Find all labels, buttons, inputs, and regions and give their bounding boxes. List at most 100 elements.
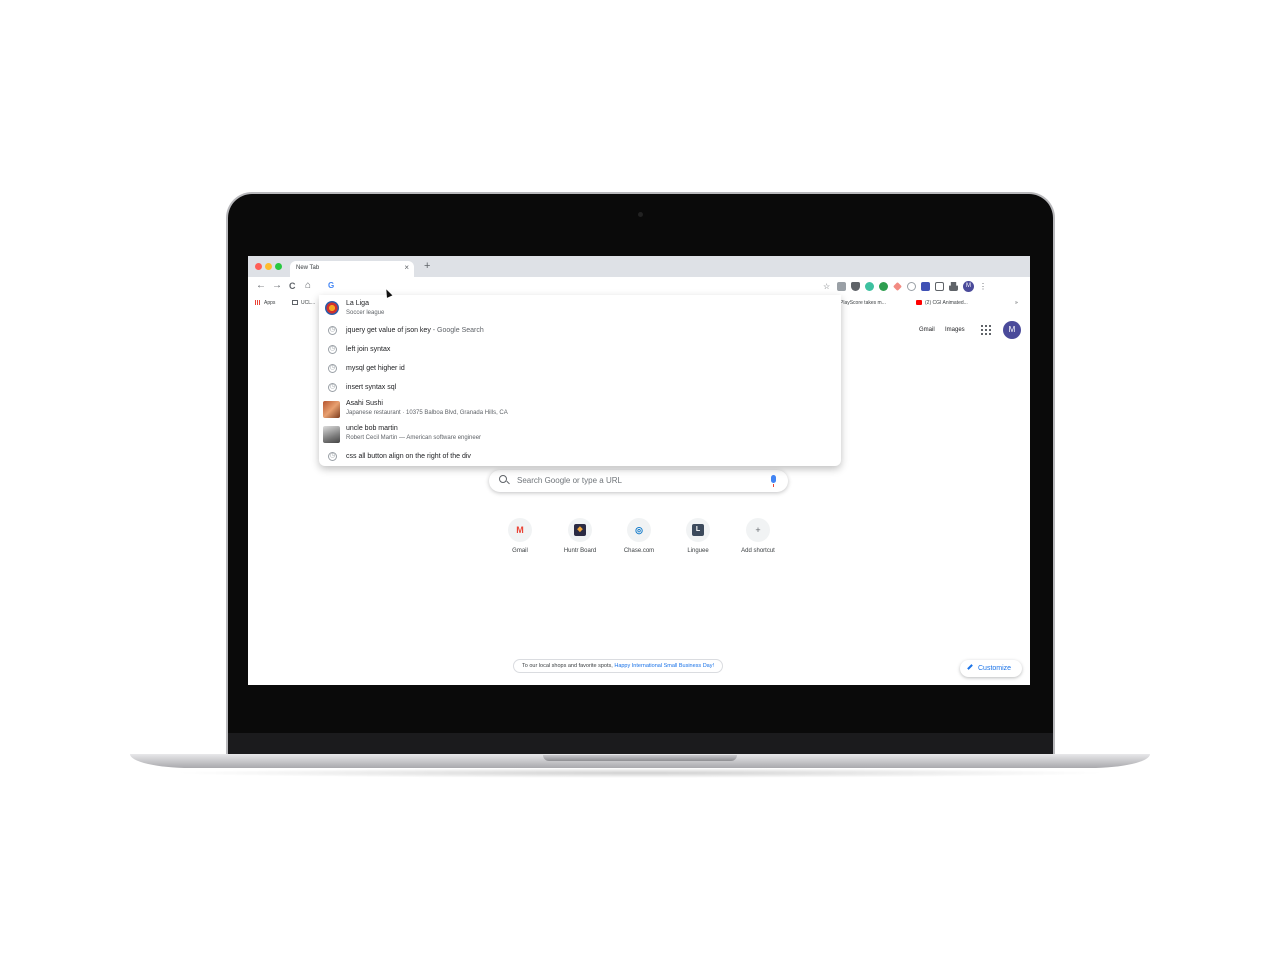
customize-button[interactable]: Customize	[960, 660, 1022, 677]
gmail-link[interactable]: Gmail	[919, 327, 935, 333]
menu-icon[interactable]: ⋮	[979, 282, 987, 291]
extensions-area: ☆ M ⋮	[823, 281, 987, 292]
shortcut-tile: M	[508, 518, 532, 542]
suggestion-text: insert syntax sql	[346, 384, 397, 391]
omnibox-dropdown: La Liga Soccer league ◷ jquery get value…	[319, 295, 841, 466]
camera-icon	[638, 212, 643, 217]
home-icon[interactable]: ⌂	[305, 280, 311, 292]
bookmark-label: Apps	[264, 300, 276, 306]
shortcut-label: Gmail	[512, 548, 528, 554]
suggestion-item[interactable]: ◷ jquery get value of json key - Google …	[319, 325, 841, 339]
suggestion-subtext: Soccer league	[346, 310, 385, 316]
bookmark-playscore[interactable]: PlayScore takes m...	[840, 300, 886, 306]
soccer-entity-icon	[325, 301, 339, 315]
history-icon: ◷	[328, 383, 337, 392]
bookmark-uc[interactable]: UCL...	[292, 300, 315, 306]
shortcut-label: Huntr Board	[563, 548, 597, 554]
shield-icon[interactable]	[851, 282, 860, 291]
linguee-icon: L	[692, 524, 704, 536]
shortcut-huntr-board[interactable]: ◆ Huntr Board	[550, 518, 610, 554]
plus-icon: +	[755, 525, 761, 535]
history-icon: ◷	[328, 452, 337, 461]
suggestion-text: css all button align on the right of the…	[346, 453, 471, 460]
tab-close-icon[interactable]: ×	[404, 263, 409, 272]
bookmarks-overflow-button[interactable]: »	[1015, 300, 1018, 306]
history-icon: ◷	[328, 345, 337, 354]
bookmark-label: PlayScore takes m...	[840, 300, 886, 306]
restaurant-thumbnail	[323, 401, 340, 418]
huntr-icon: ◆	[574, 524, 586, 536]
extension-1-icon[interactable]	[837, 282, 846, 291]
shortcut-add[interactable]: + Add shortcut	[728, 518, 788, 554]
profile-avatar[interactable]: M	[963, 281, 974, 292]
shortcut-gmail[interactable]: M Gmail	[490, 518, 550, 554]
folder-icon	[292, 300, 298, 305]
suggestion-item[interactable]: ◷ left join syntax	[319, 344, 841, 358]
browser-window: New Tab × + ← → C ⌂ G ☆ M ⋮ Apps UCL... …	[248, 256, 1030, 685]
account-avatar[interactable]: M	[1003, 321, 1021, 339]
suggestion-text: uncle bob martin	[346, 425, 398, 432]
chase-icon: ◎	[635, 525, 643, 535]
forward-icon[interactable]: →	[272, 280, 282, 292]
extension-z-icon[interactable]	[921, 282, 930, 291]
globe-icon[interactable]	[907, 282, 916, 291]
reload-icon[interactable]: C	[289, 280, 296, 292]
apps-icon	[255, 300, 261, 305]
suggestion-text: Asahi Sushi	[346, 400, 383, 407]
shortcut-linguee[interactable]: L Linguee	[668, 518, 728, 554]
suggestion-item[interactable]: La Liga Soccer league	[319, 298, 841, 320]
suggestion-item[interactable]: ◷ css all button align on the right of t…	[319, 451, 841, 465]
new-tab-button[interactable]: +	[424, 261, 430, 272]
history-icon: ◷	[328, 364, 337, 373]
google-apps-icon[interactable]	[981, 325, 991, 335]
shortcut-label: Chase.com	[623, 548, 655, 554]
shortcut-tile: ◆	[568, 518, 592, 542]
back-icon[interactable]: ←	[256, 280, 266, 292]
suggestion-item[interactable]: uncle bob martin Robert Cecil Martin — A…	[319, 424, 841, 446]
bookmark-label: (2) CGI Animated...	[925, 300, 968, 306]
images-link[interactable]: Images	[945, 327, 965, 333]
suggestion-text: left join syntax	[346, 346, 391, 353]
shortcut-label: Add shortcut	[741, 548, 775, 554]
bookmark-apps[interactable]: Apps	[255, 300, 275, 306]
toolbar: ← → C ⌂ G ☆ M ⋮	[248, 277, 1030, 297]
search-input[interactable]: Search Google or type a URL	[517, 476, 622, 485]
promo-text: To our local shops and favorite spots,	[522, 663, 615, 669]
laptop-shadow	[170, 768, 1110, 778]
suggestion-subtext: Robert Cecil Martin — American software …	[346, 435, 482, 441]
search-icon	[499, 475, 507, 483]
suggestion-text: mysql get higher id	[346, 365, 405, 372]
search-box[interactable]: Search Google or type a URL	[489, 470, 788, 492]
microphone-icon[interactable]	[771, 475, 776, 487]
customize-label: Customize	[978, 665, 1012, 672]
promo-banner: To our local shops and favorite spots, H…	[513, 659, 724, 673]
suggestion-item[interactable]: ◷ insert syntax sql	[319, 382, 841, 396]
tab-title: New Tab	[296, 265, 320, 271]
tab-new-tab[interactable]: New Tab ×	[290, 261, 414, 277]
maximize-window-button[interactable]	[275, 263, 282, 270]
laptop-notch	[543, 755, 737, 761]
star-icon[interactable]: ☆	[823, 282, 832, 291]
extension-green-icon[interactable]	[865, 282, 874, 291]
suggestion-text: La Liga	[346, 300, 369, 307]
extension-c-icon[interactable]	[935, 282, 944, 291]
bookmark-label: UCL...	[301, 300, 316, 306]
shortcut-tile: ◎	[627, 518, 651, 542]
suggestion-subtext: Japanese restaurant · 10375 Balboa Blvd,…	[346, 410, 508, 416]
promo-link[interactable]: Happy International Small Business Day!	[614, 663, 714, 669]
puzzle-icon[interactable]	[949, 282, 958, 291]
shortcut-chase[interactable]: ◎ Chase.com	[609, 518, 669, 554]
laptop-chin	[228, 733, 1053, 755]
gmail-icon: M	[516, 525, 524, 535]
grammarly-icon[interactable]	[879, 282, 888, 291]
suggestion-item[interactable]: ◷ mysql get higher id	[319, 363, 841, 377]
close-window-button[interactable]	[255, 263, 262, 270]
tab-strip: New Tab × +	[248, 256, 1030, 277]
suggestion-item[interactable]: Asahi Sushi Japanese restaurant · 10375 …	[319, 399, 841, 421]
person-thumbnail	[323, 426, 340, 443]
minimize-window-button[interactable]	[265, 263, 272, 270]
shortcut-tile: L	[686, 518, 710, 542]
extension-red-icon[interactable]	[893, 282, 902, 291]
shortcut-tile: +	[746, 518, 770, 542]
bookmark-cgi[interactable]: (2) CGI Animated...	[916, 300, 968, 306]
